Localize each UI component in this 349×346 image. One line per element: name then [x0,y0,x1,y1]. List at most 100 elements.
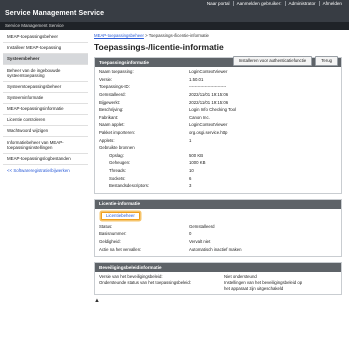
resource-value: 10 [189,167,194,173]
sidebar: MEAP-toepassingsbeheer Installeer MEAP-t… [3,32,88,176]
license-heading: Licentie-informatie [95,199,341,209]
resource-value: 1000 KB [189,160,206,166]
row-label: Ondersteunde status van het toepassingsb… [99,280,191,286]
row-value: 0 [189,231,192,237]
info-row: Bijgewerkt: 2022/11/01 19:15:06 [99,98,337,106]
row-label: Actie na het vervallen: [99,246,142,252]
row-label: Fabrikant: [99,114,119,120]
sidebar-item-builtin-system-app[interactable]: Beheer van de ingebouwde systeemtoepassi… [3,65,88,82]
row-value: 2022/11/01 19:15:06 [189,99,229,105]
row-value: org.osgi.service.http [189,129,228,135]
info-row: Toepassings-ID: -------------------------… [99,83,337,91]
row-label: Naam toepassing: [99,69,134,75]
row-label: Versie van het beveiligingsbeleid: [99,274,163,280]
row-label: Naam applet: [99,122,125,128]
row-value: Instellingen van het beveiligingsbeleid … [224,280,303,291]
row-label: Geldigheid: [99,238,121,244]
info-row: Naam applet: LoginContextViewer [99,121,337,129]
license-section: Licentie-informatie Licentiebeheer Statu… [94,198,342,257]
info-row: Basisnummer: 0 [99,230,337,238]
info-row: Applets: 1 [99,136,337,144]
row-label: Beschrijving: [99,107,124,113]
main-content: MEAP-toepassingsbeheer > Toepassings-/li… [94,32,342,306]
row-value: Login Info Checking Tool [189,107,236,113]
header-links: Naar portal Aanmelden gebruiker: Adminis… [204,1,345,6]
license-management-label: Licentiebeheer [106,213,135,219]
row-label: Status: [99,223,113,229]
breadcrumb-current: Toepassings-/licentie-informatie [148,33,209,38]
action-buttons: Installeren voor authenticatiefunctie Te… [232,56,338,66]
row-value: Geïnstalleerd [189,223,215,229]
row-value: 2022/11/01 19:15:06 [189,92,229,97]
row-value: Vervalt niet [189,238,211,244]
resource-value: 3 [189,183,192,189]
resource-row: Sockets: 6 [99,174,337,182]
info-row: Naam toepassing: LoginContextViewer [99,68,337,76]
row-value: 1.50.01 [189,76,204,82]
row-label: Pakket importeren: [99,129,136,135]
info-row: Ondersteunde status van het toepassingsb… [99,280,337,291]
resource-row: Bestandsdescriptors: 3 [99,182,337,190]
software-registration-link[interactable]: << Softwareregistratie/bijwerken [3,165,88,176]
install-auth-button[interactable]: Installeren voor authenticatiefunctie [232,56,313,66]
row-value: Canon Inc. [189,114,210,120]
brand-title: Service Management Service [5,10,105,17]
license-management-button[interactable]: Licentiebeheer [101,212,140,220]
sidebar-item-system-info[interactable]: Systeeminformatie [3,93,88,104]
row-value: 1 [189,137,192,143]
page-title: Toepassings-/licentie-informatie [94,42,224,52]
resource-row: Geheugen: 1000 KB [99,159,337,167]
sidebar-item-install-meap[interactable]: Installeer MEAP-toepassing [3,43,88,54]
sub-header: Service Management Service [0,22,349,30]
info-row: Versie van het beveiligingsbeleid: Niet o… [99,273,337,281]
sidebar-item-change-password[interactable]: Wachtwoord wijzigen [3,126,88,137]
sidebar-item-meap-logs[interactable]: MEAP-toepassingslogbestanden [3,154,88,165]
sidebar-heading-system-management: Systeembeheer [3,54,88,65]
info-row: Actie na het vervallen: Automatisch inact… [99,245,337,253]
row-label: Toepassings-ID: [99,84,130,90]
sidebar-item-settings-info-management[interactable]: Informatiebeheer van MEAP-toepassingsins… [3,137,88,154]
row-value: Niet ondersteund [224,274,257,280]
sidebar-item-system-app-management[interactable]: Systeemtoepassingsbeheer [3,82,88,93]
info-row: Gebruikte bronnen [99,144,337,152]
resource-row: Opslag: 500 KB [99,152,337,160]
sidebar-item-meap-management[interactable]: MEAP-toepassingsbeheer [3,32,88,43]
resource-label: Geheugen: [109,160,131,166]
resource-label: Opslag: [109,152,124,158]
info-row: Versie: 1.50.01 [99,76,337,84]
sidebar-item-meap-app-info[interactable]: MEAP-toepassingsinformatie [3,104,88,115]
breadcrumb-link[interactable]: MEAP-toepassingsbeheer [94,33,144,38]
row-value: -------------------------- [189,84,227,90]
info-row: Geïnstalleerd: 2022/11/01 19:15:06 [99,91,337,99]
info-row: Fabrikant: Canon Inc. [99,114,337,122]
sidebar-item-check-license[interactable]: Licentie controleren [3,115,88,126]
row-value: LoginContextViewer [189,69,228,75]
scroll-top-icon[interactable]: ▲ [94,298,342,305]
top-bar: Service Management Service Naar portal A… [0,0,349,22]
sub-header-title: Service Management Service [5,23,64,28]
row-label: Applets: [99,137,115,143]
row-label: Geïnstalleerd: [99,92,126,97]
logout-link[interactable]: Afmelden [318,1,345,6]
app-info-section: Toepassingsinformatie Naam toepassing: Lo… [94,57,342,194]
row-value: LoginContextViewer [189,122,228,128]
info-row: Beschrijving: Login Info Checking Tool [99,106,337,114]
resource-row: Threads: 10 [99,167,337,175]
portal-link[interactable]: Naar portal [204,1,233,6]
security-policy-section: Beveiligingsbeleidinformatie Versie van … [94,261,342,296]
resource-label: Sockets: [109,175,126,181]
row-value: Automatisch inactief maken [189,246,242,252]
info-row: Pakket importeren: org.osgi.service.http [99,129,337,137]
resource-label: Bestandsdescriptors: [109,183,150,189]
row-label: Versie: [99,76,113,82]
breadcrumb: MEAP-toepassingsbeheer > Toepassings-/li… [94,32,342,40]
login-user-label: Aanmelden gebruiker: [232,1,285,6]
resource-value: 6 [189,175,192,181]
back-button[interactable]: Terug [315,56,338,66]
resource-label: Threads: [109,167,126,173]
row-label: Basisnummer: [99,231,127,237]
row-label: Bijgewerkt: [99,99,121,105]
info-row: Geldigheid: Vervalt niet [99,238,337,246]
security-policy-heading: Beveiligingsbeleidinformatie [95,262,341,272]
row-label: Gebruikte bronnen [99,145,135,151]
